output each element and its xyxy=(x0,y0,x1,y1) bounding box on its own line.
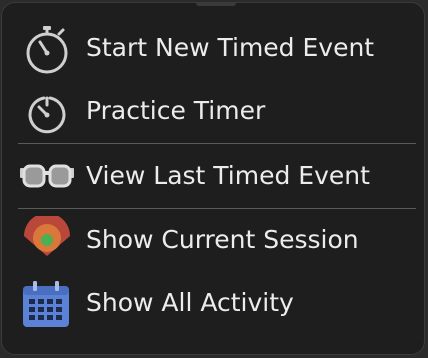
session-target-icon xyxy=(20,216,74,266)
menu-separator xyxy=(18,208,416,209)
menu-item-label: View Last Timed Event xyxy=(86,161,370,190)
stopwatch-icon xyxy=(20,24,74,74)
menu-item-label: Show All Activity xyxy=(86,288,294,317)
menu-item-view-last-timed-event[interactable]: View Last Timed Event xyxy=(2,146,424,206)
glasses-icon xyxy=(20,152,74,202)
menu-item-label: Start New Timed Event xyxy=(86,33,375,62)
context-menu: Start New Timed Event Practice Timer Vie… xyxy=(1,2,425,355)
timer-icon xyxy=(20,87,74,137)
menu-separator xyxy=(18,143,416,144)
menu-item-label: Practice Timer xyxy=(86,96,266,125)
menu-item-show-current-session[interactable]: Show Current Session xyxy=(2,210,424,270)
calendar-icon xyxy=(20,279,74,329)
menu-item-practice-timer[interactable]: Practice Timer xyxy=(2,81,424,141)
menu-item-label: Show Current Session xyxy=(86,225,359,254)
menu-item-start-new-timed-event[interactable]: Start New Timed Event xyxy=(2,18,424,78)
menu-item-show-all-activity[interactable]: Show All Activity xyxy=(2,273,424,333)
menu-notch xyxy=(196,3,236,6)
